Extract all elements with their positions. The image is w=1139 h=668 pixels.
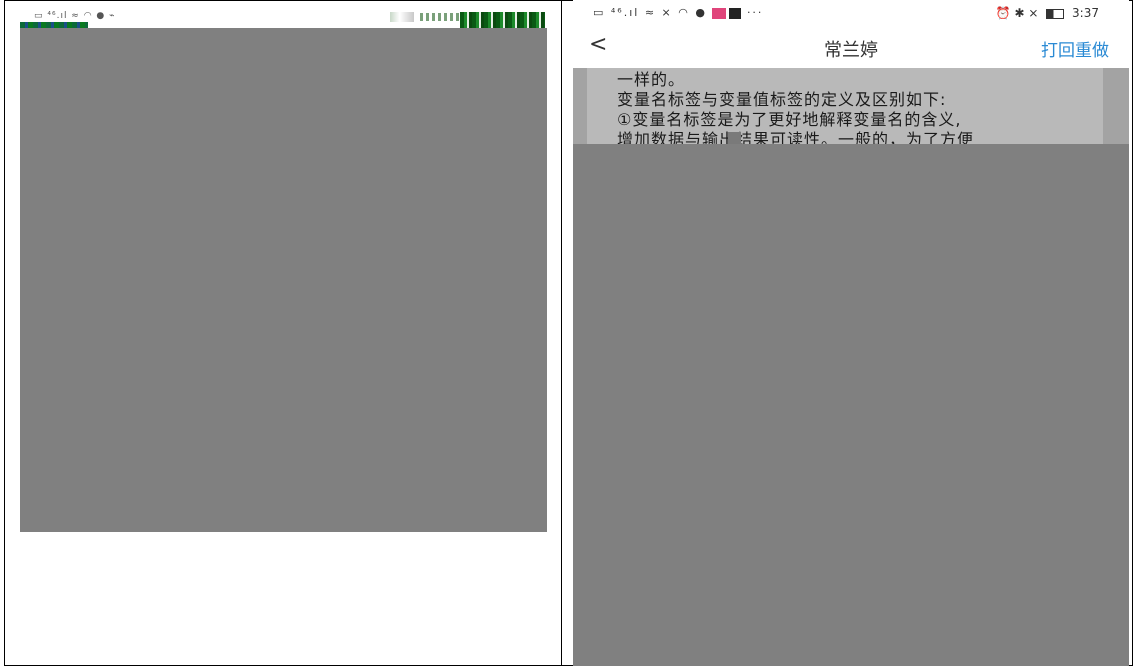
left-status-bar: ▭ ⁴⁶.ıl ≈ ◠ ● ⌁ xyxy=(20,8,547,42)
more-icon: ··· xyxy=(746,6,764,19)
system-icons: ⏰ ✱ ⨯ xyxy=(995,6,1039,20)
clock: 3:37 xyxy=(1072,6,1099,20)
right-status-right: ⏰ ✱ ⨯ 3:37 xyxy=(996,6,1099,20)
left-redacted-area xyxy=(20,28,547,532)
right-status-bar: ▭ ⁴⁶.ıl ≈ ⨯ ◠ ● ··· ⏰ ✱ ⨯ 3:37 xyxy=(573,0,1129,28)
content-area: 一样的。 变量名标签与变量值标签的定义及区别如下: ①变量名标签是为了更好地解释… xyxy=(573,68,1129,666)
glitch-artifact xyxy=(390,12,414,22)
glitch-artifact xyxy=(420,13,460,21)
right-status-left: ▭ ⁴⁶.ıl ≈ ⨯ ◠ ● ··· xyxy=(593,6,763,19)
glitch-artifact xyxy=(460,12,545,28)
left-screenshot: ▭ ⁴⁶.ıl ≈ ◠ ● ⌁ xyxy=(20,8,547,532)
status-icons: ▭ ⁴⁶.ıl ≈ ⨯ ◠ ● xyxy=(593,6,707,19)
left-status-icons: ▭ ⁴⁶.ıl ≈ ◠ ● ⌁ xyxy=(34,11,116,21)
redo-button[interactable]: 打回重做 xyxy=(1041,36,1109,61)
right-screenshot: ▭ ⁴⁶.ıl ≈ ⨯ ◠ ● ··· ⏰ ✱ ⨯ 3:37 < 常兰婷 打回重… xyxy=(573,0,1129,666)
app-icon xyxy=(712,7,727,19)
tiktok-icon xyxy=(729,7,742,19)
nav-bar: < 常兰婷 打回重做 xyxy=(573,28,1129,68)
battery-icon xyxy=(1046,8,1065,19)
cell-divider xyxy=(561,0,562,666)
text-card: 一样的。 变量名标签与变量值标签的定义及区别如下: ①变量名标签是为了更好地解释… xyxy=(573,68,1129,144)
selection-handle[interactable] xyxy=(728,132,741,144)
text-line: 增加数据与输出结果可读性。一般的，为了方便 xyxy=(617,130,975,144)
